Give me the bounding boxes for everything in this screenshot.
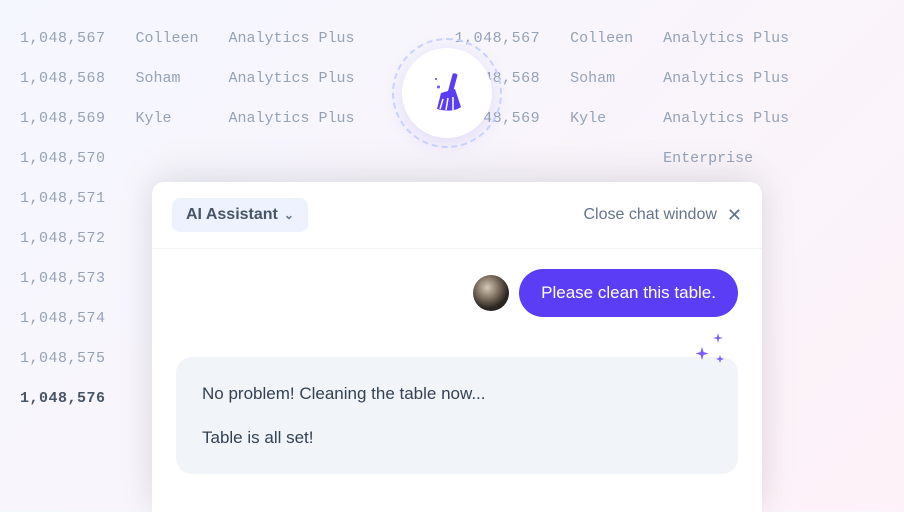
table-cell-id: 1,048,568 [20,70,106,87]
table-cell-plan: Analytics Plus [229,110,355,127]
assistant-message-bubble: No problem! Cleaning the table now... Ta… [176,357,738,474]
table-cell-id: 1,048,571 [20,190,106,207]
table-cell-plan: Analytics Plus [663,30,789,47]
table-cell-plan: Analytics Plus [663,110,789,127]
clean-badge [402,48,492,138]
table-cell-id: 1,048,570 [20,150,106,167]
table-cell-plan: Enterprise [663,150,789,167]
chat-header: AI Assistant ⌄ Close chat window ✕ [152,182,762,249]
table-cell-plan: Analytics Plus [229,30,355,47]
user-message-text: Please clean this table. [541,283,716,302]
table-cell-id: 1,048,569 [20,110,106,127]
table-cell-name [570,150,633,167]
table-cell-name: Colleen [136,30,199,47]
assistant-selector[interactable]: AI Assistant ⌄ [172,198,308,232]
chat-window: AI Assistant ⌄ Close chat window ✕ Pleas… [152,182,762,512]
table-cell-plan: Analytics Plus [229,70,355,87]
close-icon: ✕ [727,205,742,226]
user-message-bubble: Please clean this table. [519,269,738,317]
assistant-line-1: No problem! Cleaning the table now... [202,381,712,407]
sparkle-icon [674,329,730,373]
chevron-down-icon: ⌄ [284,208,294,222]
user-avatar [473,275,509,311]
table-cell-plan: Analytics Plus [663,70,789,87]
table-cell-name: Kyle [136,110,199,127]
assistant-label: AI Assistant [186,206,278,224]
table-cell-id: 1,048,567 [20,30,106,47]
table-cell-name: Soham [136,70,199,87]
table-cell-name: Kyle [570,110,633,127]
table-cell-name: Soham [570,70,633,87]
user-message-row: Please clean this table. [176,269,738,317]
close-chat-button[interactable]: Close chat window ✕ [584,205,743,226]
table-cell-name [136,150,199,167]
badge-ring [392,38,502,148]
table-cell-id: 1,048,575 [20,350,106,367]
table-cell-id: 1,048,573 [20,270,106,287]
table-cell-id: 1,048,574 [20,310,106,327]
table-cell-plan [229,150,355,167]
close-label: Close chat window [584,206,717,224]
table-cell-name: Colleen [570,30,633,47]
chat-body: Please clean this table. No problem! Cle… [152,249,762,494]
assistant-line-2: Table is all set! [202,425,712,451]
table-cell-id: 1,048,572 [20,230,106,247]
table-cell-id: 1,048,576 [20,390,106,407]
